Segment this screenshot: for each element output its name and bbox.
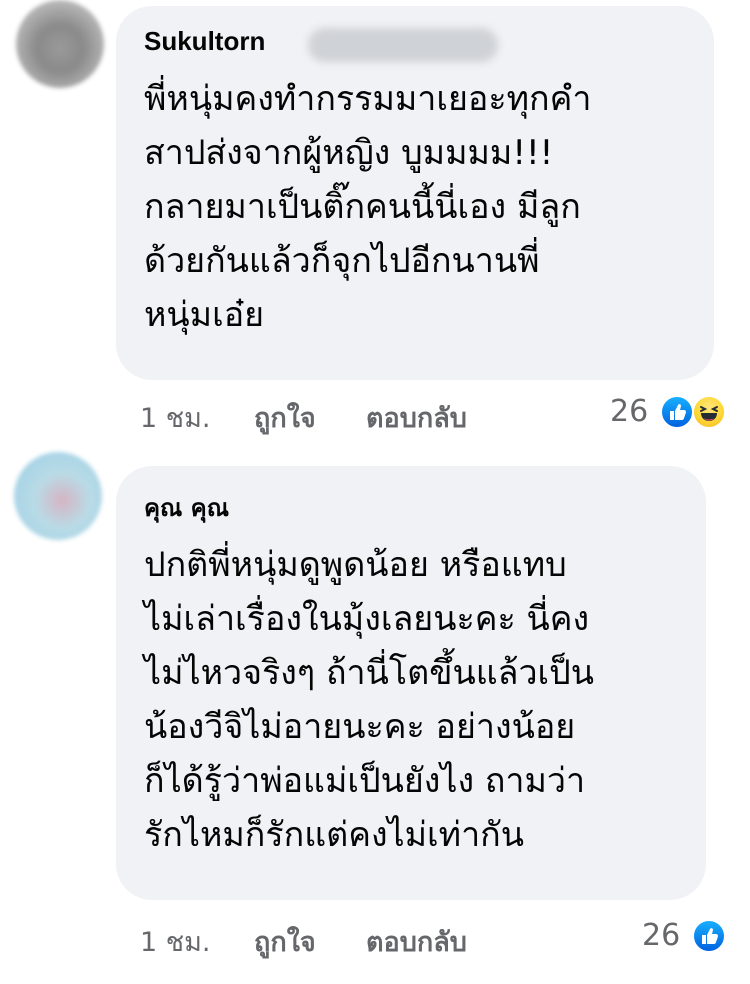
like-icon[interactable] <box>692 919 726 953</box>
comment-line: ไม่เล่าเรื่องในมุ้งเลยนะคะ นี่คง <box>144 599 590 639</box>
comment-line: ก็ได้รู้ว่าพ่อแม่เป็นยังไง ถามว่า <box>144 761 586 801</box>
reply-button[interactable]: ตอบกลับ <box>366 920 467 963</box>
comment-author[interactable]: คุณ คุณ <box>144 488 229 527</box>
comment-line: ปกติพี่หนุ่มดูพูดน้อย หรือแทบ <box>144 545 567 585</box>
comment-line: ไม่ไหวจริงๆ ถ้านี่โตขึ้นแล้วเป็น <box>144 653 595 693</box>
comment-line: รักไหมก็รักแต่คงไม่เท่ากัน <box>144 815 525 855</box>
comment-2: คุณ คุณ ปกติพี่หนุ่มดูพูดน้อย หรือแทบ ไม… <box>0 0 750 984</box>
comment-text: ปกติพี่หนุ่มดูพูดน้อย หรือแทบ ไม่เล่าเรื… <box>144 538 594 862</box>
comment-time[interactable]: 1 ชม. <box>140 920 210 963</box>
comment-actions: 1 ชม. ถูกใจ ตอบกลับ 26 <box>0 918 750 963</box>
thumbs-up-icon <box>702 928 718 944</box>
like-button[interactable]: ถูกใจ <box>254 920 316 963</box>
reaction-count[interactable]: 26 <box>642 918 680 953</box>
avatar[interactable] <box>14 452 102 540</box>
comment-bubble: คุณ คุณ ปกติพี่หนุ่มดูพูดน้อย หรือแทบ ไม… <box>116 466 706 900</box>
comment-line: น้องวีจิไม่อายนะคะ อย่างน้อย <box>144 707 576 747</box>
